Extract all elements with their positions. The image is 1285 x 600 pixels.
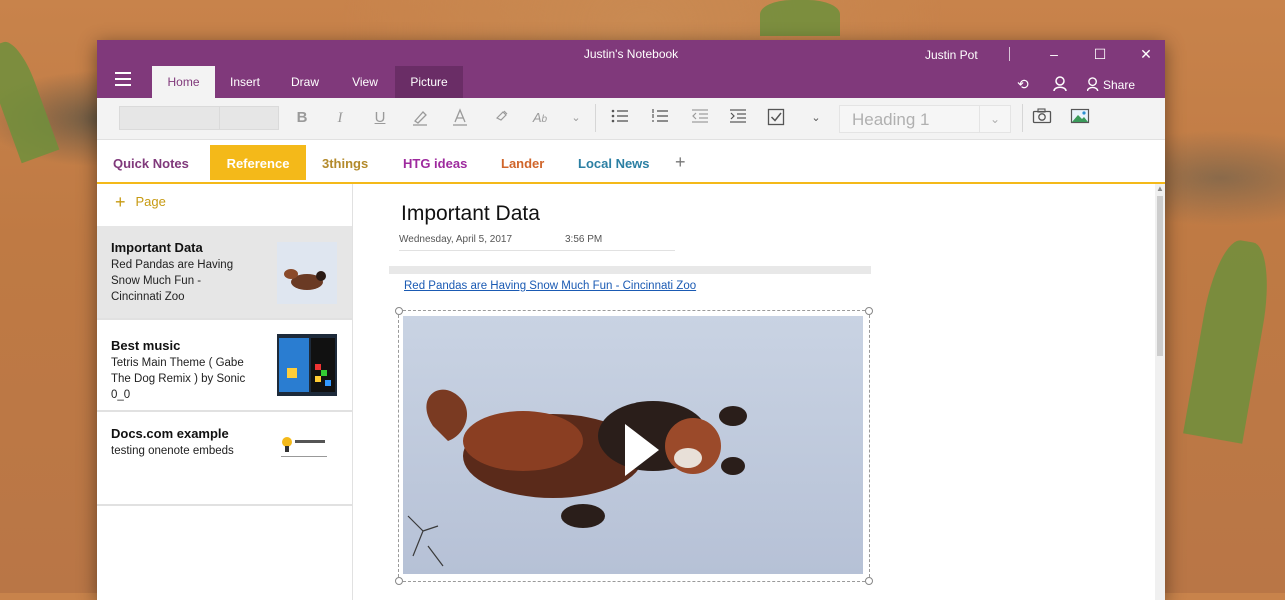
ribbon-separator xyxy=(595,104,596,132)
font-color-icon[interactable] xyxy=(449,108,471,128)
ribbon-separator xyxy=(1022,104,1023,132)
note-time: 3:56 PM xyxy=(565,234,603,245)
numbered-list-icon[interactable] xyxy=(649,108,671,128)
plus-icon: + xyxy=(115,192,126,212)
vertical-scrollbar[interactable]: ▲ xyxy=(1155,184,1165,600)
background-grass xyxy=(760,0,840,36)
embed-link[interactable]: Red Pandas are Having Snow Much Fun - Ci… xyxy=(404,280,696,292)
section-tab-lander[interactable]: Lander xyxy=(491,145,554,180)
page-thumbnail xyxy=(277,422,337,484)
outdent-icon[interactable] xyxy=(689,108,711,128)
section-tabs: Quick Notes Reference 3things HTG ideas … xyxy=(97,140,1165,184)
share-icon xyxy=(1086,77,1099,92)
page-thumbnail xyxy=(277,334,337,396)
chevron-down-icon[interactable]: ⌄ xyxy=(979,106,1010,132)
clear-format-icon[interactable] xyxy=(491,108,513,128)
style-value: Heading 1 xyxy=(852,110,930,129)
embedded-video[interactable] xyxy=(395,307,873,585)
menu-icon[interactable] xyxy=(115,72,131,86)
scroll-up-icon[interactable]: ▲ xyxy=(1156,184,1164,193)
title-bar: Justin's Notebook Justin Pot – ☐ ✕ Home … xyxy=(97,40,1165,98)
add-page-label: Page xyxy=(135,194,166,209)
tab-insert[interactable]: Insert xyxy=(221,66,269,98)
user-name[interactable]: Justin Pot xyxy=(925,48,978,62)
section-tab-htg-ideas[interactable]: HTG ideas xyxy=(393,145,477,180)
camera-icon[interactable] xyxy=(1031,108,1053,128)
page-item-best-music[interactable]: Best music Tetris Main Theme ( Gabe The … xyxy=(97,320,352,412)
page-snippet: Tetris Main Theme ( Gabe The Dog Remix )… xyxy=(111,357,246,401)
list-options-chevron[interactable]: ⌄ xyxy=(805,108,827,128)
page-title: Best music xyxy=(111,338,181,353)
pages-pane: + Page Important Data Red Pandas are Havi… xyxy=(97,184,353,600)
resize-handle[interactable] xyxy=(865,577,873,585)
title-separator xyxy=(1009,47,1010,61)
video-thumbnail xyxy=(403,316,863,574)
note-container-handle[interactable] xyxy=(389,266,871,274)
styles-icon[interactable]: Ab xyxy=(529,108,551,128)
background-grass xyxy=(1183,236,1277,444)
maximize-button[interactable]: ☐ xyxy=(1085,43,1115,65)
share-button[interactable]: Share xyxy=(1086,77,1136,92)
minimize-button[interactable]: – xyxy=(1039,43,1069,65)
tab-picture[interactable]: Picture xyxy=(395,66,463,98)
account-icon[interactable] xyxy=(1053,76,1067,94)
tab-draw[interactable]: Draw xyxy=(283,66,327,98)
add-section-button[interactable]: + xyxy=(675,152,686,173)
resize-handle[interactable] xyxy=(395,307,403,315)
section-tab-local-news[interactable]: Local News xyxy=(568,145,660,180)
tab-home[interactable]: Home xyxy=(152,66,215,98)
note-metadata: Wednesday, April 5, 2017 3:56 PM xyxy=(399,234,675,251)
note-canvas[interactable]: Important Data Wednesday, April 5, 2017 … xyxy=(353,184,1165,600)
background-grass xyxy=(0,36,60,164)
resize-handle[interactable] xyxy=(395,577,403,585)
page-snippet: testing onenote embeds xyxy=(111,445,234,457)
underline-button[interactable]: U xyxy=(369,108,391,128)
highlighter-icon[interactable] xyxy=(409,108,431,128)
scrollbar-thumb[interactable] xyxy=(1157,196,1163,356)
add-page-button[interactable]: + Page xyxy=(115,192,166,213)
italic-button[interactable]: I xyxy=(329,108,351,128)
page-thumbnail xyxy=(277,242,337,304)
bold-button[interactable]: B xyxy=(291,108,313,128)
page-title: Important Data xyxy=(111,240,203,255)
page-snippet: Red Pandas are Having Snow Much Fun - Ci… xyxy=(111,259,234,303)
section-tab-reference[interactable]: Reference xyxy=(210,145,306,180)
note-date: Wednesday, April 5, 2017 xyxy=(399,234,513,245)
style-select[interactable]: Heading 1 ⌄ xyxy=(839,105,1011,133)
ribbon-toolbar: B I U Ab ⌄ ⌄ Heading 1 ⌄ xyxy=(97,98,1165,140)
font-size-box[interactable] xyxy=(219,106,279,130)
checkbox-icon[interactable] xyxy=(765,108,787,128)
section-tab-quick-notes[interactable]: Quick Notes xyxy=(103,145,199,180)
indent-icon[interactable] xyxy=(727,108,749,128)
close-button[interactable]: ✕ xyxy=(1131,43,1161,65)
undo-icon[interactable]: ⟲ xyxy=(1017,76,1029,93)
window-title: Justin's Notebook xyxy=(583,47,679,61)
page-item-docs-example[interactable]: Docs.com example testing onenote embeds xyxy=(97,412,352,506)
font-options-chevron[interactable]: ⌄ xyxy=(565,108,587,128)
font-name-box[interactable] xyxy=(119,106,221,130)
note-title[interactable]: Important Data xyxy=(401,202,540,226)
onenote-window: Justin's Notebook Justin Pot – ☐ ✕ Home … xyxy=(97,40,1165,600)
share-label: Share xyxy=(1103,78,1136,92)
section-tab-3things[interactable]: 3things xyxy=(312,145,378,180)
bullet-list-icon[interactable] xyxy=(609,108,631,128)
play-icon[interactable] xyxy=(625,424,659,476)
picture-icon[interactable] xyxy=(1069,108,1091,128)
resize-handle[interactable] xyxy=(865,307,873,315)
tab-view[interactable]: View xyxy=(343,66,387,98)
page-item-important-data[interactable]: Important Data Red Pandas are Having Sno… xyxy=(97,226,352,320)
page-title: Docs.com example xyxy=(111,426,229,441)
